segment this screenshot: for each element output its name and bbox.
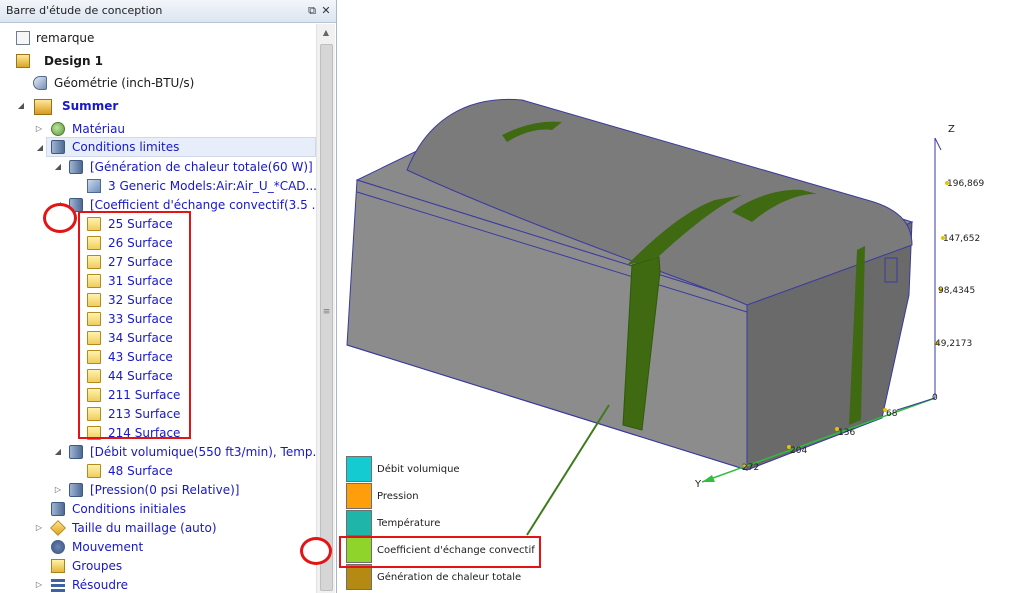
tree-label: [Génération de chaleur totale(60 W)] [90, 160, 313, 174]
grip-icon: ≡ [322, 307, 331, 317]
tree-label: Conditions initiales [72, 502, 186, 516]
legend-item-volume-flow: Débit volumique [346, 456, 576, 482]
boundary-condition-icon [69, 445, 83, 459]
z-tick-label: 49,2173 [935, 339, 972, 349]
tree-item-mesh-size[interactable]: ▷ Taille du maillage (auto) [0, 519, 316, 538]
tree-item-summer[interactable]: ◢ Summer [0, 97, 316, 116]
legend-label: Génération de chaleur totale [377, 572, 522, 583]
expand-arrow-icon[interactable]: ▷ [34, 579, 44, 591]
tree-item-groups[interactable]: Groupes [0, 557, 316, 576]
collapse-arrow-icon[interactable]: ◢ [16, 100, 26, 112]
tree-item-surface[interactable]: 48 Surface [0, 462, 316, 481]
close-icon[interactable]: ✕ [320, 4, 332, 17]
legend-item-pressure: Pression [346, 483, 576, 509]
z-axis-label: Z [948, 124, 955, 135]
tree-item-initial-conditions[interactable]: Conditions initiales [0, 500, 316, 519]
pin-icon[interactable]: ⧉ [306, 4, 318, 17]
tree-label: Design 1 [44, 54, 104, 68]
boundary-condition-legend: Débit volumique Pression Température Coe… [346, 456, 576, 593]
tree-label: Géométrie (inch-BTU/s) [54, 76, 195, 90]
tree-label: Summer [62, 99, 119, 113]
annotation-circle-tree [43, 203, 77, 233]
legend-swatch [346, 456, 372, 482]
mesh-icon [50, 520, 66, 536]
tree-label: [Débit volumique(550 ft3/min), Temp... [90, 445, 324, 459]
tree-label: Mouvement [72, 540, 144, 554]
scroll-thumb[interactable]: ≡ [320, 44, 333, 591]
tree-item-volume-flow[interactable]: ◢ [Débit volumique(550 ft3/min), Temp... [0, 443, 324, 462]
initial-conditions-icon [51, 502, 65, 516]
material-icon [51, 122, 65, 136]
y-tick-label: 272 [742, 463, 759, 473]
panel-header: Barre d'étude de conception ⧉ ✕ [0, 0, 336, 23]
legend-item-temperature: Température [346, 510, 576, 536]
y-axis-line [896, 397, 936, 411]
tree-label: 48 Surface [108, 464, 173, 478]
tree-item-motion[interactable]: Mouvement [0, 538, 316, 557]
y-tick-label: 68 [886, 409, 898, 419]
y-axis-label: Y [694, 479, 702, 490]
tree-item-solve[interactable]: ▷ Résoudre [0, 576, 316, 593]
collapse-arrow-icon[interactable]: ◢ [53, 161, 63, 173]
legend-label: Pression [377, 491, 419, 502]
legend-label: Débit volumique [377, 464, 460, 475]
tree-item-remarque[interactable]: remarque [0, 29, 316, 48]
legend-label: Température [377, 518, 441, 529]
cad-model[interactable] [346, 98, 914, 471]
solve-icon [51, 578, 65, 592]
z-tick-label: 98,4345 [938, 286, 975, 296]
legend-swatch [346, 483, 372, 509]
vertical-scrollbar[interactable]: ▲ ≡ [316, 24, 335, 593]
expand-arrow-icon[interactable]: ▷ [53, 484, 63, 496]
tree-label: Groupes [72, 559, 123, 573]
note-icon [16, 31, 30, 45]
tree-item-pressure[interactable]: ▷ [Pression(0 psi Relative)] [0, 481, 316, 500]
tree-item-design[interactable]: Design 1 [0, 52, 316, 71]
expand-arrow-icon[interactable]: ▷ [34, 522, 44, 534]
tree-item-boundary-conditions[interactable]: ◢ Conditions limites [37, 137, 316, 157]
tree-label: Conditions limites [72, 140, 180, 154]
boundary-condition-icon [69, 160, 83, 174]
design-icon [16, 54, 30, 68]
tree-label: Matériau [72, 122, 126, 136]
collapse-arrow-icon[interactable]: ◢ [53, 446, 63, 458]
tree-label: Taille du maillage (auto) [72, 521, 217, 535]
scenario-icon [34, 99, 52, 115]
annotation-box-surfaces [78, 211, 191, 439]
expand-arrow-icon[interactable]: ▷ [34, 123, 44, 135]
tree-label: 3 Generic Models:Air:Air_U_*CAD... [108, 179, 317, 193]
scroll-up-arrow-icon[interactable]: ▲ [317, 24, 335, 42]
z-tick-label: 196,869 [947, 179, 984, 189]
y-tick-label: 136 [838, 428, 855, 438]
motion-icon [51, 540, 65, 554]
panel-title: Barre d'étude de conception [6, 4, 163, 17]
annotation-circle-legend [300, 537, 332, 565]
part-cube-icon [87, 179, 101, 193]
geometry-icon [33, 76, 47, 90]
boundary-condition-icon [69, 483, 83, 497]
tree-label: Résoudre [72, 578, 129, 592]
tree-item-heat-generation[interactable]: ◢ [Génération de chaleur totale(60 W)] [0, 158, 316, 177]
z-axis-arrow [934, 137, 942, 151]
y-axis-arrow [702, 475, 715, 482]
surface-icon [87, 464, 101, 478]
collapse-arrow-icon[interactable]: ◢ [35, 142, 45, 154]
y-tick-label: 204 [790, 446, 807, 456]
legend-swatch [346, 510, 372, 536]
tree-label: remarque [36, 31, 95, 45]
y-tick-label: 0 [932, 393, 938, 403]
groups-icon [51, 559, 65, 573]
tree-label: [Pression(0 psi Relative)] [90, 483, 240, 497]
annotation-box-legend [339, 536, 541, 568]
boundary-conditions-icon [51, 140, 65, 154]
z-tick-label: 147,652 [943, 234, 980, 244]
tree-item-generic-models[interactable]: 3 Generic Models:Air:Air_U_*CAD... [0, 177, 317, 196]
tree-item-geometry[interactable]: Géométrie (inch-BTU/s) [0, 74, 316, 93]
